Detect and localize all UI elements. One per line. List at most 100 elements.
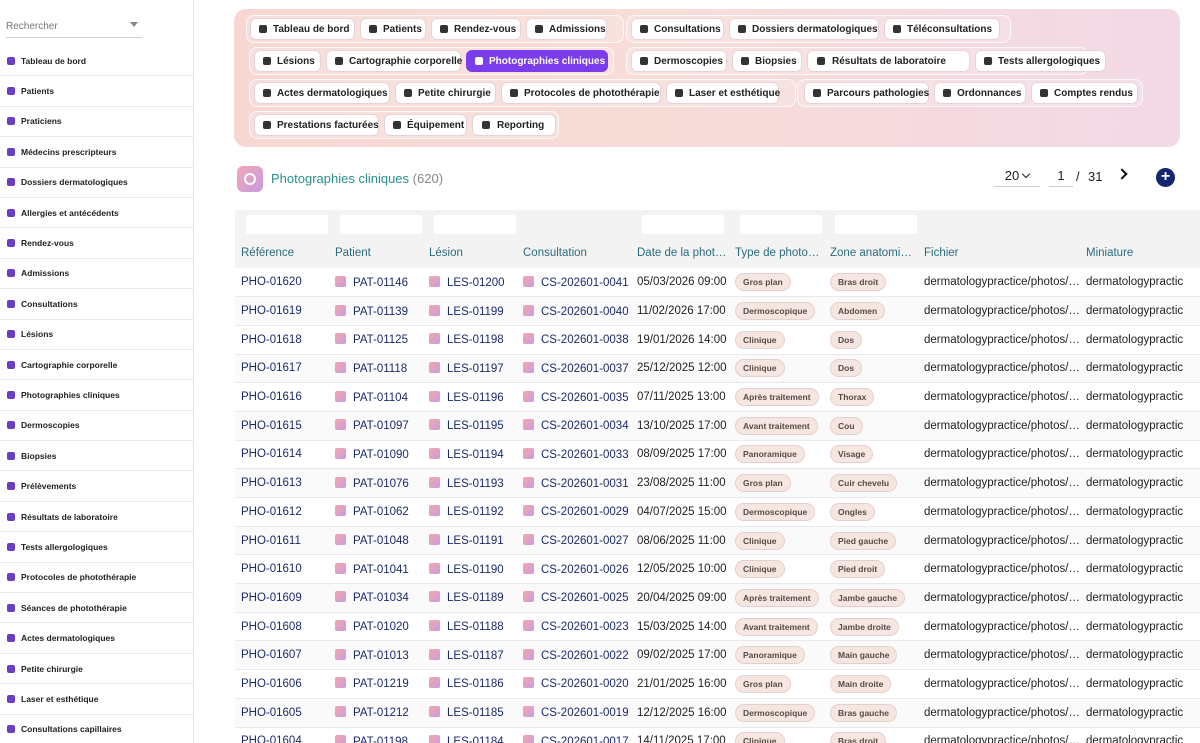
consultation-link[interactable]: CS-202601-0029	[541, 506, 629, 518]
lesion-link[interactable]: LES-01197	[447, 363, 504, 375]
patient-link[interactable]: PAT-01097	[353, 420, 409, 432]
table-row[interactable]: PHO-01617 PAT-01118 LES-01197 CS-202601-003…	[235, 354, 1200, 384]
table-row[interactable]: PHO-01610 PAT-01041 LES-01190 CS-202601-002…	[235, 554, 1200, 585]
add-button[interactable]: +	[1156, 168, 1175, 187]
patient-link[interactable]: PAT-01048	[353, 535, 409, 547]
menu-button-laser-et-esthetique[interactable]: Laser et esthétique	[666, 82, 780, 104]
lesion-link[interactable]: LES-01194	[447, 449, 504, 461]
sidebar-item-petite-chirurgie[interactable]: Petite chirurgie	[0, 654, 193, 685]
sidebar-item-tests-allergologiques[interactable]: Tests allergologiques	[0, 532, 193, 563]
sidebar-item-prelevements[interactable]: Prélèvements	[0, 471, 193, 502]
lesion-link[interactable]: LES-01193	[447, 478, 504, 490]
reference-link[interactable]: PHO-01620	[241, 276, 302, 288]
consultation-link[interactable]: CS-202601-0017	[541, 736, 629, 743]
sidebar-item-resultats-de-laboratoire[interactable]: Résultats de laboratoire	[0, 502, 193, 533]
column-header-zone[interactable]: Zone anatomi…	[824, 238, 918, 268]
table-row[interactable]: PHO-01608 PAT-01020 LES-01188 CS-202601-002…	[235, 612, 1200, 642]
reference-link[interactable]: PHO-01618	[241, 334, 302, 346]
patient-link[interactable]: PAT-01076	[353, 478, 409, 490]
column-header-lesion[interactable]: Lésion	[423, 238, 517, 268]
sidebar-item-laser-et-esthetique[interactable]: Laser et esthétique	[0, 684, 193, 715]
consultation-link[interactable]: CS-202601-0026	[541, 564, 629, 576]
lesion-link[interactable]: LES-01192	[447, 506, 504, 518]
search-input[interactable]	[6, 16, 124, 37]
consultation-link[interactable]: CS-202601-0040	[541, 306, 629, 318]
filter-input-date[interactable]	[642, 214, 724, 234]
sidebar-item-protocoles-de-phototherapie[interactable]: Protocoles de photothérapie	[0, 563, 193, 594]
filter-input-type[interactable]	[740, 214, 822, 234]
consultation-link[interactable]: CS-202601-0037	[541, 363, 629, 375]
lesion-link[interactable]: LES-01191	[447, 535, 504, 547]
lesion-link[interactable]: LES-01196	[447, 392, 504, 404]
consultation-link[interactable]: CS-202601-0020	[541, 678, 629, 690]
menu-button-resultats-de-laboratoire[interactable]: Résultats de laboratoire	[807, 50, 970, 72]
menu-button-cartographie-corporelle[interactable]: Cartographie corporelle	[326, 50, 462, 72]
lesion-link[interactable]: LES-01200	[447, 277, 505, 289]
table-row[interactable]: PHO-01620 PAT-01146 LES-01200 CS-202601-004…	[235, 268, 1200, 298]
lesion-link[interactable]: LES-01198	[447, 334, 504, 346]
column-header-consultation[interactable]: Consultation	[517, 238, 631, 268]
table-row[interactable]: PHO-01609 PAT-01034 LES-01189 CS-202601-002…	[235, 583, 1200, 613]
sidebar-item-admissions[interactable]: Admissions	[0, 259, 193, 290]
menu-button-dermoscopies[interactable]: Dermoscopies	[631, 50, 727, 72]
menu-button-admissions[interactable]: Admissions	[526, 18, 607, 40]
table-row[interactable]: PHO-01619 PAT-01139 LES-01199 CS-202601-004…	[235, 296, 1200, 326]
filter-input-lesion[interactable]	[434, 214, 516, 234]
reference-link[interactable]: PHO-01608	[241, 621, 302, 633]
table-row[interactable]: PHO-01607 PAT-01013 LES-01187 CS-202601-002…	[235, 640, 1200, 671]
filter-input-patient[interactable]	[340, 214, 422, 234]
reference-link[interactable]: PHO-01613	[241, 477, 302, 489]
reference-link[interactable]: PHO-01611	[241, 535, 301, 547]
sidebar-item-medecins-prescripteurs[interactable]: Médecins prescripteurs	[0, 137, 193, 168]
consultation-link[interactable]: CS-202601-0023	[541, 621, 629, 633]
column-header-reference[interactable]: Référence	[235, 238, 329, 268]
sidebar-item-praticiens[interactable]: Praticiens	[0, 107, 193, 138]
reference-link[interactable]: PHO-01616	[241, 391, 302, 403]
sidebar-item-patients[interactable]: Patients	[0, 76, 193, 107]
reference-link[interactable]: PHO-01617	[241, 362, 302, 374]
lesion-link[interactable]: LES-01186	[447, 678, 504, 690]
reference-link[interactable]: PHO-01606	[241, 678, 302, 690]
table-row[interactable]: PHO-01611 PAT-01048 LES-01191 CS-202601-002…	[235, 526, 1200, 556]
sidebar-item-biopsies[interactable]: Biopsies	[0, 441, 193, 472]
patient-link[interactable]: PAT-01198	[353, 736, 408, 743]
table-row[interactable]: PHO-01614 PAT-01090 LES-01194 CS-202601-003…	[235, 440, 1200, 470]
sidebar-item-lesions[interactable]: Lésions	[0, 320, 193, 350]
column-header-file[interactable]: Fichier	[918, 238, 1080, 268]
lesion-link[interactable]: LES-01190	[447, 564, 504, 576]
page-number-input[interactable]	[1049, 165, 1073, 187]
patient-link[interactable]: PAT-01212	[353, 707, 409, 719]
lesion-link[interactable]: LES-01188	[447, 621, 504, 633]
table-row[interactable]: PHO-01616 PAT-01104 LES-01196 CS-202601-003…	[235, 382, 1200, 412]
patient-link[interactable]: PAT-01013	[353, 650, 409, 662]
sidebar-item-actes-dermatologiques[interactable]: Actes dermatologiques	[0, 623, 193, 654]
consultation-link[interactable]: CS-202601-0038	[541, 334, 629, 346]
sidebar-item-rendez-vous[interactable]: Rendez-vous	[0, 228, 193, 259]
table-row[interactable]: PHO-01618 PAT-01125 LES-01198 CS-202601-003…	[235, 325, 1200, 355]
lesion-link[interactable]: LES-01189	[447, 592, 504, 604]
consultation-link[interactable]: CS-202601-0022	[541, 650, 629, 662]
sidebar-item-consultations[interactable]: Consultations	[0, 289, 193, 320]
table-row[interactable]: PHO-01604 PAT-01198 LES-01184 CS-202601-001…	[235, 727, 1200, 743]
sidebar-item-allergies-et-antecedents[interactable]: Allergies et antécédents	[0, 198, 193, 229]
patient-link[interactable]: PAT-01125	[353, 334, 408, 346]
consultation-link[interactable]: CS-202601-0019	[541, 707, 629, 719]
patient-link[interactable]: PAT-01104	[353, 392, 408, 404]
table-row[interactable]: PHO-01615 PAT-01097 LES-01195 CS-202601-003…	[235, 411, 1200, 441]
sidebar-item-photographies-cliniques[interactable]: Photographies cliniques	[0, 380, 193, 411]
consultation-link[interactable]: CS-202601-0035	[541, 392, 629, 404]
reference-link[interactable]: PHO-01610	[241, 563, 302, 575]
reference-link[interactable]: PHO-01614	[241, 448, 302, 460]
menu-button-rendez-vous[interactable]: Rendez-vous	[431, 18, 521, 40]
sidebar-item-dermoscopies[interactable]: Dermoscopies	[0, 411, 193, 442]
menu-button-photographies-cliniques[interactable]: Photographies cliniques	[466, 50, 608, 72]
reference-link[interactable]: PHO-01609	[241, 592, 302, 604]
menu-button-patients[interactable]: Patients	[360, 18, 426, 40]
next-page-button[interactable]	[1116, 167, 1132, 183]
menu-button-comptes-rendus[interactable]: Comptes rendus	[1031, 82, 1138, 104]
consultation-link[interactable]: CS-202601-0033	[541, 449, 629, 461]
menu-button-tableau-de-bord[interactable]: Tableau de bord	[250, 18, 355, 40]
sidebar-item-dossiers-dermatologiques[interactable]: Dossiers dermatologiques	[0, 168, 193, 198]
patient-link[interactable]: PAT-01041	[353, 564, 409, 576]
column-header-type[interactable]: Type de photo…	[729, 238, 824, 268]
